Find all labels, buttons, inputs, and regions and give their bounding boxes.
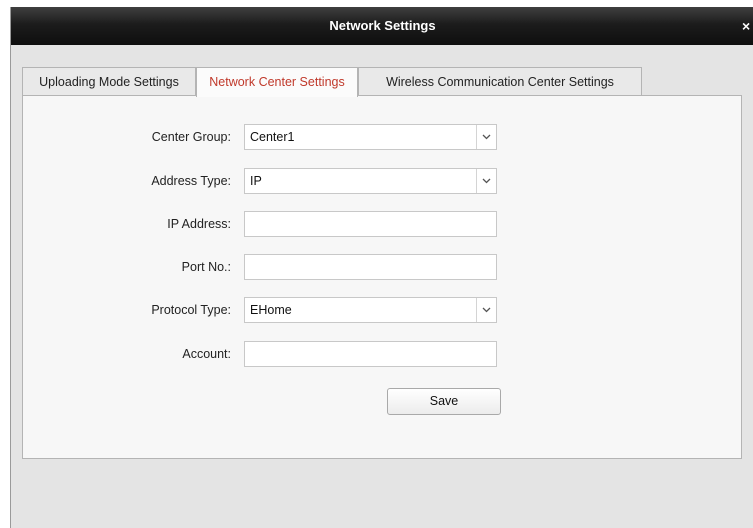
close-icon[interactable]: × [742,7,753,45]
network-settings-window: Network Settings × Uploading Mode Settin… [10,7,753,528]
protocol-type-select[interactable]: EHome [244,297,497,323]
tab-network-center-settings[interactable]: Network Center Settings [196,67,358,97]
account-label: Account: [182,347,231,361]
protocol-type-value: EHome [250,303,292,317]
address-type-select[interactable]: IP [244,168,497,194]
title-bar: Network Settings × [11,7,753,45]
center-group-label: Center Group: [151,130,231,144]
ip-address-label: IP Address: [167,217,231,231]
center-group-value: Center1 [250,130,295,144]
port-no-label: Port No.: [181,260,231,274]
save-button[interactable]: Save [387,388,501,415]
tab-uploading-mode-settings[interactable]: Uploading Mode Settings [22,67,196,96]
port-no-input[interactable] [244,254,497,280]
protocol-type-label: Protocol Type: [151,303,231,317]
window-title: Network Settings [329,18,436,33]
account-input[interactable] [244,341,497,367]
address-type-value: IP [250,174,262,188]
ip-address-input[interactable] [244,211,497,237]
address-type-label: Address Type: [151,174,231,188]
tab-wireless-communication-center-settings[interactable]: Wireless Communication Center Settings [358,67,642,96]
chevron-down-icon[interactable] [476,125,496,149]
chevron-down-icon[interactable] [476,169,496,193]
network-center-settings-panel: Center Group: Center1 Address Type: IP I… [22,95,742,459]
center-group-select[interactable]: Center1 [244,124,497,150]
chevron-down-icon[interactable] [476,298,496,322]
